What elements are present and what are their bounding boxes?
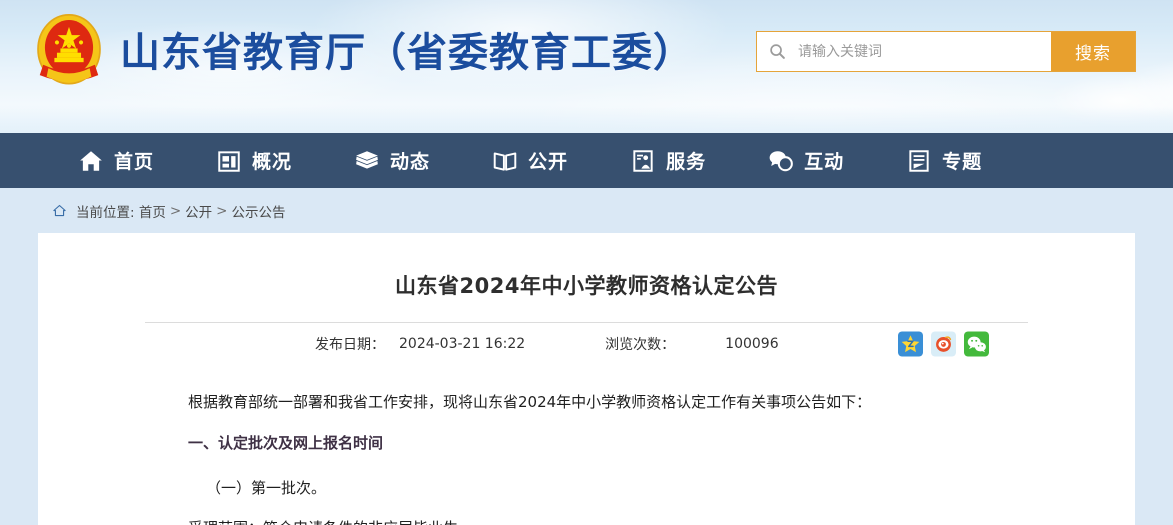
breadcrumb-separator: > bbox=[216, 202, 228, 219]
article-paragraph: 根据教育部统一部署和我省工作安排，现将山东省2024年中小学教师资格认定工作有关… bbox=[188, 393, 872, 411]
nav-label: 动态 bbox=[390, 151, 431, 173]
nav-label: 概况 bbox=[252, 151, 293, 173]
article-section-heading: 一、认定批次及网上报名时间 bbox=[188, 433, 384, 452]
article-meta: 发布日期： 2024-03-21 16:22 浏览次数： 100096 bbox=[68, 323, 1105, 365]
nav-label: 互动 bbox=[804, 151, 845, 173]
main-navigation: 首页 概况 动态 公开 服务 互动 专题 bbox=[0, 133, 1173, 188]
views-label: 浏览次数： bbox=[605, 337, 676, 353]
national-emblem-icon bbox=[37, 14, 101, 85]
article-body: 根据教育部统一部署和我省工作安排，现将山东省2024年中小学教师资格认定工作有关… bbox=[68, 365, 1105, 525]
nav-label: 公开 bbox=[528, 151, 569, 173]
nav-item-topics[interactable]: 专题 bbox=[906, 147, 982, 174]
article-paragraph: （一）第一批次。 bbox=[206, 478, 327, 497]
search-bar[interactable]: 搜索 bbox=[756, 31, 1136, 72]
breadcrumb: 当前位置: 首页 > 公开 > 公示公告 bbox=[0, 188, 1173, 233]
publish-date-label: 发布日期： bbox=[315, 337, 385, 353]
nav-item-news[interactable]: 动态 bbox=[354, 147, 430, 174]
qzone-share-icon[interactable] bbox=[898, 331, 923, 357]
page-root: 山东省教育厅（省委教育工委） 搜索 首页 bbox=[0, 0, 1173, 525]
certificate-icon bbox=[633, 149, 653, 172]
nav-label: 首页 bbox=[114, 151, 155, 173]
search-button[interactable]: 搜索 bbox=[1051, 32, 1135, 71]
chat-bubbles-icon bbox=[769, 150, 793, 171]
page-title: 山东省2024年中小学教师资格认定公告 bbox=[395, 274, 778, 298]
article-paragraph: 受理范围：符合申请条件的非应届毕业生 bbox=[188, 513, 985, 525]
publish-date-value: 2024-03-21 16:22 bbox=[399, 336, 526, 352]
nav-label: 服务 bbox=[666, 151, 707, 173]
views-value: 100096 bbox=[725, 336, 779, 352]
nav-item-overview[interactable]: 概况 bbox=[216, 147, 292, 174]
newspaper-icon bbox=[218, 150, 240, 172]
article-card: 山东省2024年中小学教师资格认定公告 发布日期： 2024-03-21 16:… bbox=[38, 233, 1135, 525]
home-outline-icon bbox=[53, 204, 66, 217]
breadcrumb-item-announcements[interactable]: 公示公告 bbox=[231, 201, 285, 221]
home-icon bbox=[80, 150, 102, 171]
nav-item-home[interactable]: 首页 bbox=[78, 147, 154, 174]
breadcrumb-prefix: 当前位置: bbox=[76, 204, 135, 221]
nav-item-services[interactable]: 服务 bbox=[630, 147, 706, 174]
books-stack-icon bbox=[356, 150, 378, 169]
search-input[interactable] bbox=[796, 31, 1051, 72]
search-field[interactable] bbox=[757, 31, 1051, 72]
nav-item-disclosure[interactable]: 公开 bbox=[492, 147, 568, 174]
site-title: 山东省教育厅（省委教育工委） bbox=[120, 30, 694, 76]
document-icon bbox=[909, 149, 929, 172]
breadcrumb-separator: > bbox=[169, 202, 182, 219]
open-book-icon bbox=[493, 151, 517, 171]
search-icon bbox=[770, 44, 785, 59]
weibo-share-icon[interactable] bbox=[931, 331, 956, 357]
site-header: 山东省教育厅（省委教育工委） 搜索 bbox=[0, 0, 1173, 133]
share-icon-group bbox=[898, 331, 989, 357]
breadcrumb-item-disclosure[interactable]: 公开 bbox=[185, 201, 212, 221]
nav-label: 专题 bbox=[942, 151, 983, 173]
breadcrumb-item-home[interactable]: 首页 bbox=[139, 201, 166, 221]
wechat-share-icon[interactable] bbox=[964, 331, 989, 357]
nav-item-interaction[interactable]: 互动 bbox=[768, 147, 844, 174]
